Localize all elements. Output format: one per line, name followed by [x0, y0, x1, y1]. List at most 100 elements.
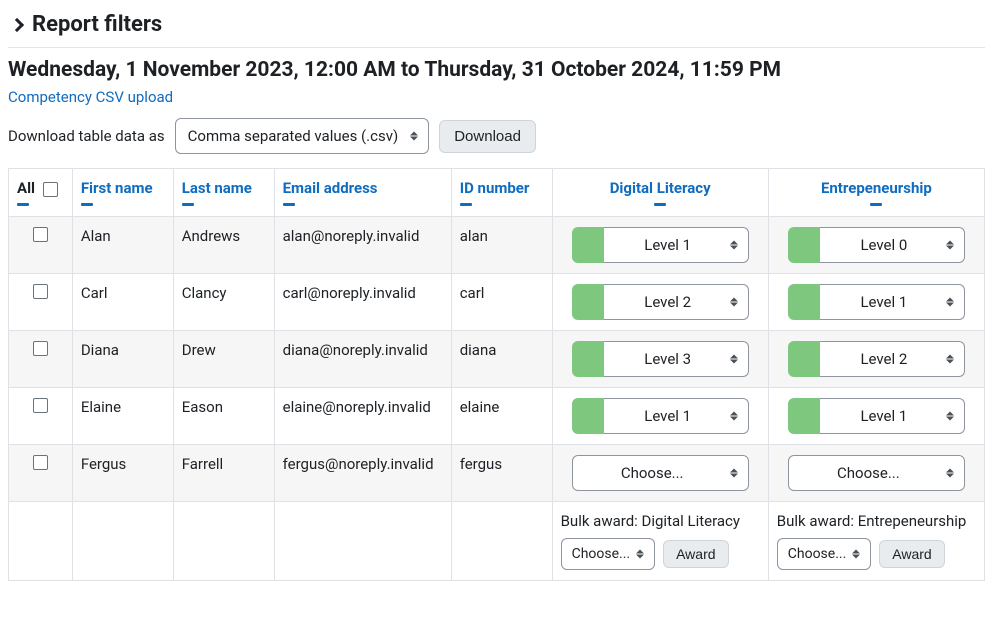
header-all-label: All — [17, 179, 35, 197]
cell-email: carl@noreply.invalid — [274, 274, 451, 331]
cell-email: elaine@noreply.invalid — [274, 388, 451, 445]
level-select-value: Level 1 — [644, 407, 691, 425]
collapse-icon[interactable] — [460, 203, 472, 206]
cell-id: carl — [451, 274, 552, 331]
cell-first-name: Fergus — [72, 445, 173, 502]
cell-last-name: Clancy — [173, 274, 274, 331]
table-row: Carl Clancy carl@noreply.invalid carl Le… — [9, 274, 985, 331]
select-caret-icon — [410, 132, 418, 141]
level-select-digital-literacy[interactable]: Choose... — [572, 455, 749, 491]
collapse-icon[interactable] — [17, 203, 29, 206]
level-select-digital-literacy[interactable]: Level 1 — [604, 398, 749, 434]
bulk-award-entrepeneurship: Bulk award: Entrepeneurship Choose... Aw… — [768, 502, 984, 581]
header-id[interactable]: ID number — [451, 169, 552, 217]
level-select-value: Level 2 — [860, 350, 907, 368]
level-indicator — [572, 227, 604, 263]
report-filters-header[interactable]: Report filters — [8, 8, 985, 48]
cell-id: diana — [451, 331, 552, 388]
header-email[interactable]: Email address — [274, 169, 451, 217]
bulk-award-label-1: Bulk award: Digital Literacy — [561, 512, 760, 530]
level-select-value: Level 1 — [644, 236, 691, 254]
row-checkbox[interactable] — [33, 284, 48, 299]
bulk-award-select-1[interactable]: Choose... — [561, 538, 656, 570]
row-checkbox[interactable] — [33, 341, 48, 356]
collapse-icon[interactable] — [870, 203, 882, 206]
level-select-entrepeneurship[interactable]: Choose... — [788, 455, 965, 491]
cell-email: diana@noreply.invalid — [274, 331, 451, 388]
level-indicator — [788, 227, 820, 263]
cell-id: elaine — [451, 388, 552, 445]
cell-digital-literacy: Level 1 — [552, 388, 768, 445]
cell-first-name: Alan — [72, 217, 173, 274]
level-select-value: Level 1 — [860, 407, 907, 425]
cell-last-name: Drew — [173, 331, 274, 388]
cell-first-name: Elaine — [72, 388, 173, 445]
level-indicator — [572, 284, 604, 320]
select-caret-icon — [730, 469, 738, 478]
cell-entrepeneurship: Choose... — [768, 445, 984, 502]
date-range: Wednesday, 1 November 2023, 12:00 AM to … — [8, 58, 985, 82]
cell-id: alan — [451, 217, 552, 274]
cell-first-name: Diana — [72, 331, 173, 388]
bulk-award-button-1[interactable]: Award — [663, 540, 728, 568]
select-caret-icon — [946, 412, 954, 421]
row-checkbox-cell — [9, 445, 73, 502]
collapse-icon[interactable] — [283, 203, 295, 206]
level-select-entrepeneurship[interactable]: Level 1 — [820, 398, 965, 434]
bulk-award-select-1-value: Choose... — [572, 546, 631, 562]
select-caret-icon — [730, 412, 738, 421]
cell-entrepeneurship: Level 0 — [768, 217, 984, 274]
bulk-award-row: Bulk award: Digital Literacy Choose... A… — [9, 502, 985, 581]
level-select-digital-literacy[interactable]: Level 1 — [604, 227, 749, 263]
level-indicator — [572, 398, 604, 434]
collapse-icon[interactable] — [654, 203, 666, 206]
report-table: All First name Last name Email address I… — [8, 168, 985, 581]
select-caret-icon — [730, 298, 738, 307]
level-select-value: Level 3 — [644, 350, 691, 368]
row-checkbox[interactable] — [33, 227, 48, 242]
download-format-select[interactable]: Comma separated values (.csv) — [175, 118, 430, 154]
level-select-entrepeneurship[interactable]: Level 0 — [820, 227, 965, 263]
header-email-label: Email address — [283, 179, 378, 197]
header-digital-literacy-label: Digital Literacy — [610, 179, 711, 197]
header-id-label: ID number — [460, 179, 530, 197]
select-caret-icon — [852, 550, 860, 559]
cell-entrepeneurship: Level 1 — [768, 388, 984, 445]
select-caret-icon — [636, 550, 644, 559]
table-row: Alan Andrews alan@noreply.invalid alan L… — [9, 217, 985, 274]
competency-csv-upload-link[interactable]: Competency CSV upload — [8, 88, 173, 106]
select-caret-icon — [730, 355, 738, 364]
row-checkbox-cell — [9, 217, 73, 274]
cell-email: alan@noreply.invalid — [274, 217, 451, 274]
row-checkbox[interactable] — [33, 398, 48, 413]
cell-digital-literacy: Level 2 — [552, 274, 768, 331]
download-button[interactable]: Download — [439, 120, 536, 153]
download-format-value: Comma separated values (.csv) — [188, 127, 399, 145]
collapse-icon[interactable] — [182, 203, 194, 206]
header-entrepeneurship[interactable]: Entrepeneurship — [768, 169, 984, 217]
row-checkbox-cell — [9, 331, 73, 388]
level-select-digital-literacy[interactable]: Level 3 — [604, 341, 749, 377]
select-caret-icon — [946, 355, 954, 364]
cell-last-name: Andrews — [173, 217, 274, 274]
select-all-checkbox[interactable] — [43, 182, 58, 197]
header-digital-literacy[interactable]: Digital Literacy — [552, 169, 768, 217]
cell-digital-literacy: Choose... — [552, 445, 768, 502]
header-first-name-label: First name — [81, 179, 153, 197]
bulk-award-select-2[interactable]: Choose... — [777, 538, 872, 570]
bulk-award-select-2-value: Choose... — [788, 546, 847, 562]
level-select-entrepeneurship[interactable]: Level 2 — [820, 341, 965, 377]
table-row: Fergus Farrell fergus@noreply.invalid fe… — [9, 445, 985, 502]
level-select-digital-literacy[interactable]: Level 2 — [604, 284, 749, 320]
bulk-award-button-2[interactable]: Award — [879, 540, 944, 568]
header-last-name-label: Last name — [182, 179, 252, 197]
level-select-entrepeneurship[interactable]: Level 1 — [820, 284, 965, 320]
select-caret-icon — [946, 469, 954, 478]
collapse-icon[interactable] — [81, 203, 93, 206]
select-caret-icon — [730, 241, 738, 250]
header-first-name[interactable]: First name — [72, 169, 173, 217]
row-checkbox[interactable] — [33, 455, 48, 470]
report-filters-title: Report filters — [32, 12, 162, 37]
bulk-award-label-2: Bulk award: Entrepeneurship — [777, 512, 976, 530]
header-last-name[interactable]: Last name — [173, 169, 274, 217]
